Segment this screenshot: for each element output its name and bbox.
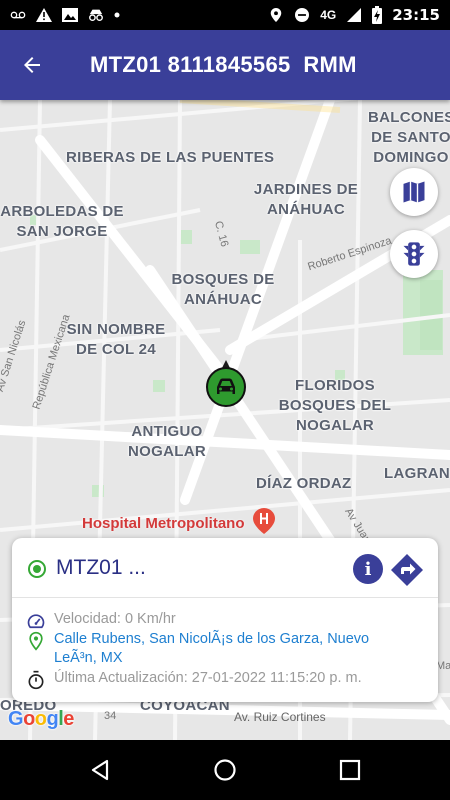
speed-row: Velocidad: 0 Km/hr	[26, 610, 176, 631]
area-label: ANTIGUO NOGALAR	[128, 423, 206, 460]
battery-charging-icon	[372, 6, 383, 24]
vehicle-marker[interactable]	[205, 360, 247, 408]
speedometer-icon	[27, 614, 45, 629]
online-status-icon	[28, 560, 46, 578]
hospital-pin-icon	[252, 508, 275, 534]
traffic-light-icon	[403, 242, 425, 266]
location-icon	[270, 8, 282, 22]
app-bar: MTZ01 8111845565 RMM	[0, 30, 450, 100]
image-icon	[62, 8, 78, 22]
system-nav-bar	[0, 740, 450, 800]
square-recents-icon[interactable]	[338, 758, 362, 782]
arrow-back-icon	[24, 57, 40, 73]
area-label: JARDINES DE ANÁHUAC	[253, 181, 359, 218]
info-button[interactable]: i	[353, 554, 383, 584]
location-pin-icon	[29, 631, 43, 651]
poi-hospital[interactable]: Hospital Metropolitano	[82, 508, 275, 534]
last-update-text: Última Actualización: 27-01-2022 11:15:2…	[54, 670, 362, 686]
signal-icon	[347, 8, 362, 22]
vehicle-name: MTZ01 ...	[56, 556, 146, 579]
do-not-disturb-icon	[295, 8, 310, 22]
incognito-icon	[89, 9, 103, 22]
area-label: DÍAZ ORDAZ	[256, 475, 352, 492]
area-label: SIN NOMBRE DE COL 24	[66, 321, 166, 358]
speed-text: Velocidad: 0 Km/hr	[54, 611, 176, 627]
voicemail-icon	[10, 11, 26, 19]
card-header: MTZ01 ... i	[12, 538, 438, 598]
update-row: Última Actualización: 27-01-2022 11:15:2…	[26, 669, 362, 690]
directions-button[interactable]	[390, 553, 424, 587]
network-type: 4G	[320, 8, 337, 22]
area-label: BALCONES DE SANTO DOMINGO	[368, 109, 450, 166]
page-title: MTZ01 8111845565 RMM	[90, 52, 357, 77]
timer-icon	[28, 670, 44, 690]
area-label: FLORIDOS BOSQUES DEL NOGALAR	[278, 377, 392, 434]
area-label: ARBOLEDAS DE SAN JORGE	[0, 203, 124, 240]
area-label: LAGRAN	[384, 465, 450, 482]
map-view[interactable]: RIBERAS DE LAS PUENTES ARBOLEDAS DE SAN …	[0, 100, 450, 740]
status-bar: 4G 23:15	[0, 0, 450, 30]
poi-label: Hospital Metropolitano	[82, 515, 245, 532]
map-icon	[403, 181, 425, 203]
circle-home-icon[interactable]	[213, 758, 237, 782]
map-layers-button[interactable]	[390, 168, 438, 216]
traffic-button[interactable]	[390, 230, 438, 278]
clock: 23:15	[392, 6, 440, 24]
dot-icon	[114, 12, 120, 18]
vehicle-info-card[interactable]: MTZ01 ... i Velocidad: 0 Km/hr Calle Rub…	[12, 538, 438, 702]
google-logo: Google	[8, 708, 74, 730]
area-label: BOSQUES DE ANÁHUAC	[171, 271, 275, 308]
street-label: 34	[104, 710, 117, 722]
address-row: Calle Rubens, San NicolÃ¡s de los Garza,…	[26, 630, 402, 668]
street-label: Av. Ruiz Cortines	[234, 710, 326, 724]
street-label: Ma	[436, 660, 450, 672]
warning-icon	[36, 8, 52, 22]
triangle-back-icon[interactable]	[88, 758, 112, 782]
area-label: RIBERAS DE LAS PUENTES	[66, 149, 275, 166]
back-button[interactable]	[0, 30, 64, 100]
address-link[interactable]: Calle Rubens, San NicolÃ¡s de los Garza,…	[54, 630, 402, 668]
